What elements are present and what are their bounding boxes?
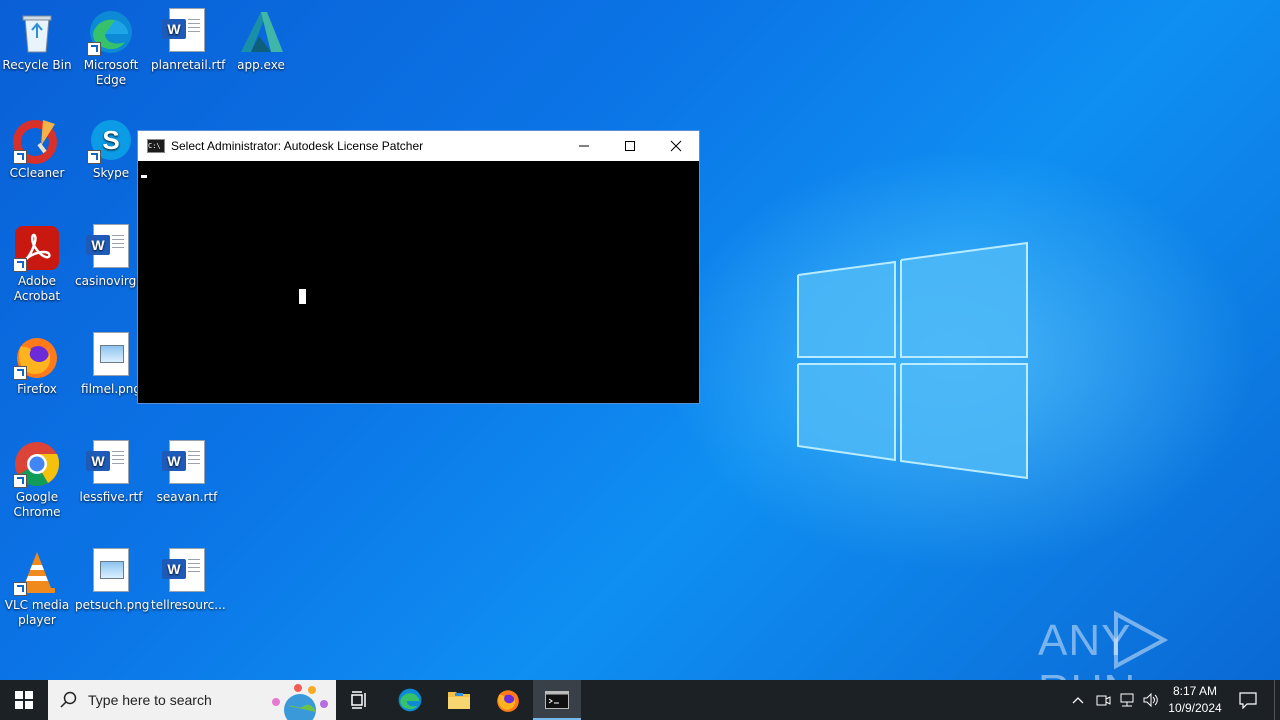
shortcut-arrow-icon — [13, 258, 27, 272]
search-icon — [60, 691, 77, 708]
start-icon — [15, 691, 33, 709]
action-center-button[interactable] — [1228, 680, 1268, 720]
shortcut-arrow-icon — [13, 582, 27, 596]
network-button[interactable] — [1115, 680, 1139, 720]
play-triangle-icon — [1114, 610, 1169, 670]
shortcut-arrow-icon — [87, 150, 101, 164]
close-icon — [670, 140, 682, 152]
task-view-button[interactable] — [336, 680, 384, 720]
show-desktop-button[interactable] — [1274, 680, 1280, 720]
taskbar-cmd[interactable] — [533, 680, 581, 720]
taskbar: Type here to search 8:17 AM 10/9/2024 — [0, 680, 1280, 720]
desktop-icon-petsuch[interactable]: petsuch.png — [75, 542, 149, 613]
desktop-icon-recycle-bin[interactable]: Recycle Bin — [1, 2, 73, 73]
volume-icon — [1143, 692, 1158, 708]
volume-button[interactable] — [1139, 680, 1163, 720]
file-explorer-icon — [448, 692, 470, 709]
mouse-i-beam-cursor — [299, 289, 306, 304]
word-document-icon: W — [162, 8, 211, 56]
anyrun-watermark: ANY RUN — [1038, 608, 1238, 715]
maximize-icon — [625, 141, 635, 151]
shortcut-arrow-icon — [13, 150, 27, 164]
ccleaner-icon — [13, 116, 61, 164]
search-box[interactable]: Type here to search — [48, 680, 336, 720]
desktop-icon-adobe-acrobat[interactable]: Adobe Acrobat — [1, 218, 73, 304]
edge-icon — [87, 8, 135, 56]
console-title: Select Administrator: Autodesk License P… — [171, 139, 424, 153]
console-window[interactable]: C:\ Select Administrator: Autodesk Licen… — [137, 130, 700, 404]
search-highlight-icon — [272, 684, 328, 720]
search-placeholder: Type here to search — [88, 692, 212, 708]
skype-icon: S — [87, 116, 135, 164]
word-document-icon: W — [86, 224, 135, 272]
word-document-icon: W — [162, 440, 211, 488]
chrome-icon — [13, 440, 61, 488]
desktop-icon-lessfive[interactable]: W lessfive.rtf — [75, 434, 147, 505]
clock-date: 10/9/2024 — [1168, 701, 1222, 715]
meet-now-icon — [1096, 695, 1111, 706]
minimize-button[interactable] — [561, 131, 607, 161]
cmd-icon — [545, 691, 569, 709]
taskbar-firefox[interactable] — [484, 680, 532, 720]
clock[interactable]: 8:17 AM 10/9/2024 — [1164, 680, 1226, 720]
shortcut-arrow-icon — [13, 366, 27, 380]
chevron-up-icon — [1072, 697, 1084, 704]
close-button[interactable] — [653, 131, 699, 161]
desktop-icon-app-exe[interactable]: app.exe — [225, 2, 297, 73]
desktop-icon-vlc[interactable]: VLC media player — [1, 542, 73, 628]
image-file-icon — [87, 548, 135, 596]
firefox-icon — [13, 332, 61, 380]
meet-now-button[interactable] — [1091, 680, 1115, 720]
recycle-bin-icon — [13, 8, 61, 56]
desktop-icon-tellresourc[interactable]: W tellresourc... — [151, 542, 226, 613]
word-document-icon: W — [162, 548, 211, 596]
notification-icon — [1239, 692, 1257, 709]
desktop-icon-google-chrome[interactable]: Google Chrome — [1, 434, 73, 520]
desktop-icon-microsoft-edge[interactable]: Microsoft Edge — [75, 2, 147, 88]
image-file-icon — [87, 332, 135, 380]
firefox-icon — [497, 690, 519, 712]
console-titlebar[interactable]: C:\ Select Administrator: Autodesk Licen… — [138, 131, 699, 161]
vlc-icon — [13, 548, 61, 596]
svg-text:S: S — [102, 125, 119, 155]
cmd-icon: C:\ — [147, 139, 165, 153]
shortcut-arrow-icon — [87, 42, 101, 56]
desktop-icon-planretail[interactable]: W planretail.rtf — [151, 2, 225, 73]
clock-time: 8:17 AM — [1172, 684, 1218, 698]
desktop-icon-ccleaner[interactable]: CCleaner — [1, 110, 73, 181]
taskbar-edge[interactable] — [386, 680, 434, 720]
word-document-icon: W — [86, 440, 135, 488]
network-icon — [1120, 693, 1134, 707]
acrobat-icon — [13, 224, 61, 272]
desktop-icon-firefox[interactable]: Firefox — [1, 326, 73, 397]
show-hidden-icons-button[interactable] — [1067, 680, 1089, 720]
minimize-icon — [579, 145, 589, 147]
shortcut-arrow-icon — [13, 474, 27, 488]
autodesk-icon — [237, 8, 285, 56]
taskbar-file-explorer[interactable] — [435, 680, 483, 720]
edge-icon — [398, 688, 422, 712]
console-text-cursor — [141, 175, 147, 178]
task-view-icon — [351, 691, 366, 709]
desktop-icon-seavan[interactable]: W seavan.rtf — [151, 434, 223, 505]
maximize-button[interactable] — [607, 131, 653, 161]
start-button[interactable] — [0, 680, 48, 720]
